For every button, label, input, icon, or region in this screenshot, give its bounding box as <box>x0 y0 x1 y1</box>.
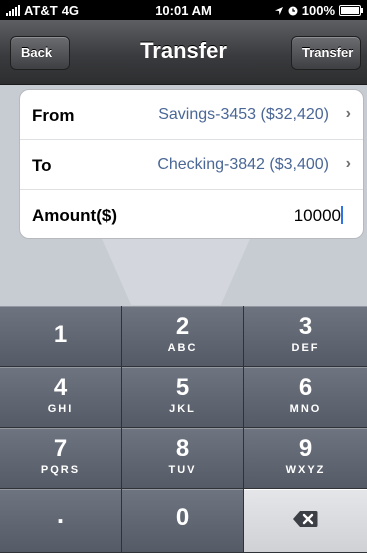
key-letters: JKL <box>169 403 196 415</box>
key-digit: 6 <box>298 374 313 401</box>
to-account-row[interactable]: To Checking-3842 ($3,400) › <box>20 140 363 190</box>
from-account-row[interactable]: From Savings-3453 ($32,420) › <box>20 90 363 140</box>
key-letters: GHI <box>47 403 74 415</box>
from-label: From <box>32 106 75 125</box>
location-icon <box>274 6 283 15</box>
key-letters: ABC <box>167 342 198 354</box>
backspace-icon <box>293 511 318 527</box>
delete-key[interactable] <box>244 489 367 553</box>
transfer-button[interactable]: Transfer <box>291 36 361 70</box>
key-digit: 9 <box>298 435 313 462</box>
amount-input[interactable]: 10000 <box>294 206 343 226</box>
key-9[interactable]: 9 WXYZ <box>244 428 367 489</box>
chevron-right-icon: › <box>345 155 351 172</box>
battery-percent: 100% <box>301 3 335 18</box>
key-digit: 1 <box>53 321 68 348</box>
to-account-value: Checking-3842 ($3,400) <box>157 156 329 173</box>
key-decimal[interactable]: . <box>0 489 122 553</box>
transfer-form: From Savings-3453 ($32,420) › To Checkin… <box>19 89 364 239</box>
key-digit: 3 <box>298 313 313 340</box>
numeric-keypad: 1 2 ABC 3 DEF 4 GHI 5 JKL 6 MNO 7 PQRS 8… <box>0 306 367 553</box>
status-right: 100% <box>274 3 363 18</box>
alarm-icon <box>288 6 298 15</box>
status-bar: AT&T 4G 10:01 AM 100% <box>0 0 367 20</box>
key-3[interactable]: 3 DEF <box>244 306 367 367</box>
key-letters: WXYZ <box>285 464 326 476</box>
key-6[interactable]: 6 MNO <box>244 367 367 428</box>
navigation-bar: Back Transfer Transfer <box>0 20 367 85</box>
chevron-right-icon: › <box>345 105 351 122</box>
key-digit: 5 <box>175 374 190 401</box>
key-letters: PQRS <box>40 464 81 476</box>
key-2[interactable]: 2 ABC <box>122 306 244 367</box>
key-digit: 2 <box>175 313 190 340</box>
key-letters: TUV <box>168 464 197 476</box>
battery-icon <box>339 5 363 16</box>
key-8[interactable]: 8 TUV <box>122 428 244 489</box>
key-5[interactable]: 5 JKL <box>122 367 244 428</box>
from-account-value: Savings-3453 ($32,420) <box>158 106 329 123</box>
key-digit: 0 <box>175 504 190 531</box>
key-1[interactable]: 1 <box>0 306 122 367</box>
transfer-form-area: From Savings-3453 ($32,420) › To Checkin… <box>0 85 367 306</box>
key-digit: 4 <box>53 374 68 401</box>
text-cursor <box>341 206 343 224</box>
to-label: To <box>32 156 52 175</box>
key-4[interactable]: 4 GHI <box>0 367 122 428</box>
amount-label: Amount($) <box>32 206 117 225</box>
key-letters: DEF <box>291 342 320 354</box>
amount-value: 10000 <box>293 206 341 225</box>
key-0[interactable]: 0 <box>122 489 244 553</box>
key-digit: 7 <box>53 435 68 462</box>
key-letters: MNO <box>289 403 322 415</box>
key-digit: 8 <box>175 435 190 462</box>
amount-row[interactable]: Amount($) 10000 <box>20 190 363 238</box>
key-digit: . <box>56 499 65 529</box>
key-7[interactable]: 7 PQRS <box>0 428 122 489</box>
